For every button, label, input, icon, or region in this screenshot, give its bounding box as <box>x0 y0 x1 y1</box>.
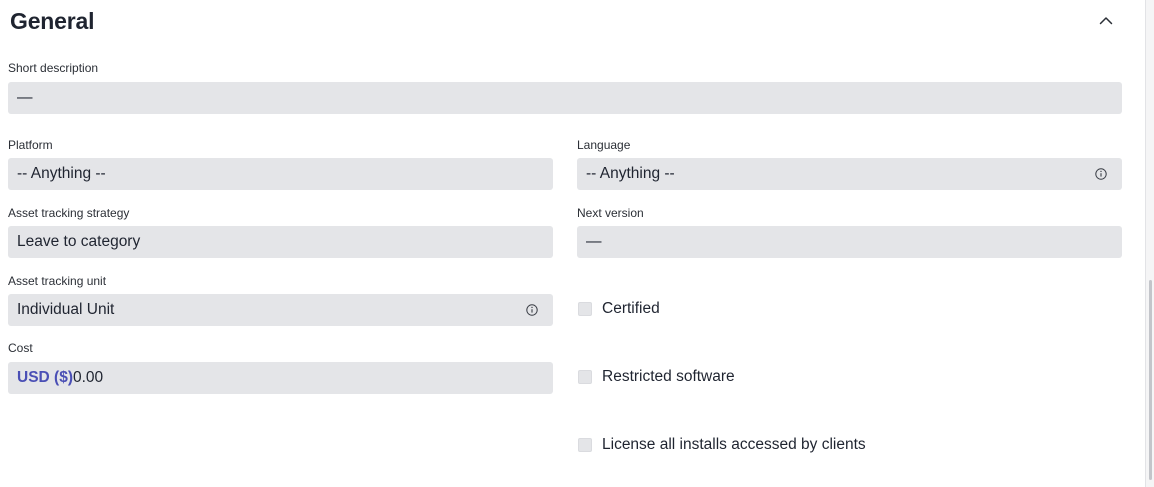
next-version-field[interactable]: — <box>577 226 1122 258</box>
platform-label: Platform <box>8 138 53 152</box>
certified-checkbox[interactable] <box>578 302 592 316</box>
short-description-field[interactable]: — <box>8 82 1122 114</box>
license-all-installs-checkbox-row[interactable]: License all installs accessed by clients <box>578 436 866 454</box>
license-all-installs-checkbox[interactable] <box>578 438 592 452</box>
short-description-value: — <box>17 89 33 106</box>
asset-tracking-unit-label: Asset tracking unit <box>8 274 107 288</box>
license-all-installs-label: License all installs accessed by clients <box>602 436 866 453</box>
short-description-label: Short description <box>8 61 99 75</box>
asset-tracking-strategy-value: Leave to category <box>17 233 141 250</box>
asset-tracking-strategy-label: Asset tracking strategy <box>8 206 130 220</box>
platform-value: -- Anything -- <box>17 165 106 182</box>
restricted-software-checkbox-row[interactable]: Restricted software <box>578 368 735 386</box>
language-select[interactable]: -- Anything -- <box>577 158 1122 190</box>
language-label: Language <box>577 138 631 152</box>
asset-tracking-strategy-select[interactable]: Leave to category <box>8 226 553 258</box>
certified-checkbox-row[interactable]: Certified <box>578 300 660 318</box>
general-section: General Short description — Platform -- … <box>0 0 1154 487</box>
asset-tracking-unit-select[interactable]: Individual Unit <box>8 294 553 326</box>
restricted-software-label: Restricted software <box>602 368 735 385</box>
cost-label: Cost <box>8 341 33 355</box>
collapse-button[interactable] <box>1096 10 1116 30</box>
info-icon[interactable] <box>1094 167 1108 181</box>
restricted-software-checkbox[interactable] <box>578 370 592 384</box>
platform-select[interactable]: -- Anything -- <box>8 158 553 190</box>
info-icon[interactable] <box>525 303 539 317</box>
cost-field[interactable]: USD ($) 0.00 <box>8 362 553 394</box>
cost-value: 0.00 <box>72 369 104 386</box>
section-title: General <box>10 8 95 34</box>
scrollbar-thumb[interactable] <box>1149 280 1152 480</box>
language-value: -- Anything -- <box>586 165 675 182</box>
next-version-value: — <box>586 233 602 250</box>
chevron-up-icon <box>1099 17 1113 25</box>
currency-prefix: USD ($) <box>17 369 73 386</box>
asset-tracking-unit-value: Individual Unit <box>17 301 115 318</box>
certified-label: Certified <box>602 300 660 317</box>
next-version-label: Next version <box>577 206 644 220</box>
